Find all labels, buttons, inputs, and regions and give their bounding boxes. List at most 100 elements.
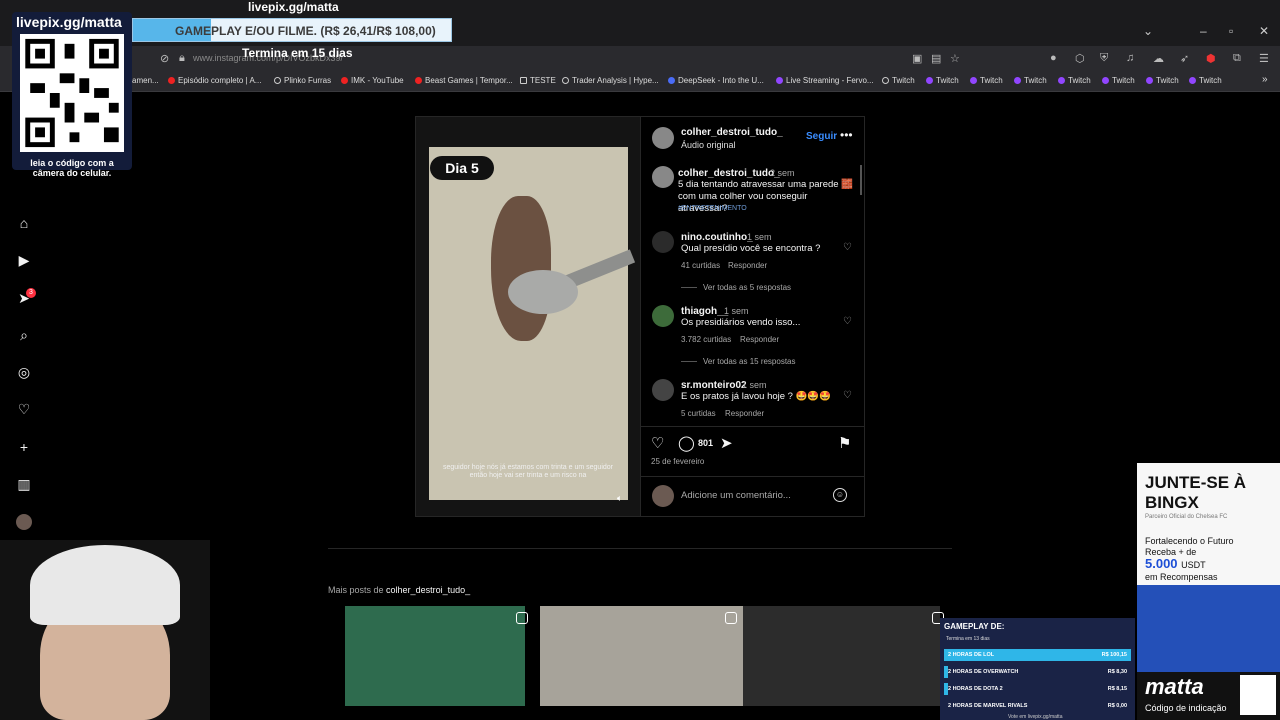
minimize-icon[interactable]: – <box>1200 24 1207 38</box>
lock-icon[interactable]: 🔒︎ <box>179 52 185 65</box>
notifications-heart-icon[interactable]: ♡ <box>16 401 32 417</box>
comment-like-icon[interactable]: ♡ <box>843 390 852 401</box>
bookmark-item[interactable]: Twitch <box>1058 76 1091 85</box>
bookmark-item[interactable]: TESTE <box>520 76 556 85</box>
comment-likes[interactable]: 3.782 curtidas <box>681 335 731 344</box>
create-icon[interactable]: + <box>16 439 32 455</box>
comment-likes[interactable]: 5 curtidas <box>681 409 716 418</box>
comment-reply-button[interactable]: Responder <box>725 409 764 418</box>
panel-divider <box>640 117 641 516</box>
bookmark-item[interactable]: Twitch <box>1102 76 1135 85</box>
explore-icon[interactable]: ◎ <box>16 364 32 380</box>
emoji-icon[interactable]: ☺ <box>833 488 847 502</box>
bookmark-item[interactable]: Twitch <box>882 76 915 85</box>
caption-username[interactable]: colher_destroi_tudo_ <box>678 168 780 179</box>
bingx-partner: Parceiro Oficial do Chelsea FC <box>1145 514 1228 520</box>
bookmarks-overflow-icon[interactable]: » <box>1262 74 1268 85</box>
bookmark-item[interactable]: Twitch <box>970 76 1003 85</box>
tracking-shield-icon[interactable]: ⊘ <box>160 52 169 65</box>
like-icon[interactable]: ♡ <box>651 434 664 452</box>
menu-icon[interactable]: ☰ <box>1259 52 1269 65</box>
extension-arrow-icon[interactable]: ➶ <box>1180 52 1189 65</box>
post-thumbnail[interactable] <box>743 606 940 706</box>
comment-username[interactable]: sr.monteiro02 <box>681 380 747 391</box>
twitch-icon <box>970 77 977 85</box>
picture-in-picture-icon[interactable]: ▣ <box>912 52 922 65</box>
bookmark-item[interactable]: Beast Games | Tempor... <box>415 76 513 85</box>
bookmark-item[interactable]: Plinko Furras <box>274 76 331 85</box>
comment-avatar[interactable] <box>652 231 674 253</box>
comment-divider <box>641 476 864 477</box>
audio-icon[interactable]: ♫ <box>1126 52 1134 64</box>
dashboard-icon[interactable]: ▥ <box>16 476 32 492</box>
deepseek-icon <box>668 77 675 85</box>
close-window-icon[interactable]: ✕ <box>1259 24 1269 38</box>
home-icon[interactable]: ⌂ <box>16 215 32 231</box>
follow-button[interactable]: Seguir <box>806 131 837 142</box>
search-icon[interactable]: ⌕ <box>16 327 32 343</box>
bookmark-item[interactable]: DeepSeek - Into the U... <box>668 76 764 85</box>
bookmark-item[interactable]: Twitch <box>1146 76 1179 85</box>
bookmark-item[interactable]: Episódio completo | A... <box>168 76 261 85</box>
reels-icon[interactable]: ▶ <box>16 252 32 268</box>
donation-goal-bar: GAMEPLAY E/OU FILME. (R$ 26,41/R$ 108,00… <box>132 18 452 42</box>
save-bookmark-icon[interactable]: ⚑ <box>838 434 851 452</box>
maximize-icon[interactable]: ▫ <box>1229 24 1233 38</box>
gameplay-title: GAMEPLAY DE: <box>944 622 1005 631</box>
comment-avatar[interactable] <box>652 305 674 327</box>
comment-reply-button[interactable]: Responder <box>728 261 767 270</box>
comment-like-icon[interactable]: ♡ <box>843 242 852 253</box>
bookmark-item[interactable]: amen... <box>132 76 159 85</box>
audio-label[interactable]: Áudio original <box>681 140 736 150</box>
adblock-icon[interactable]: ⬢ <box>1206 52 1216 65</box>
reader-view-icon[interactable]: ▤ <box>931 52 941 65</box>
comment-reply-button[interactable]: Responder <box>740 335 779 344</box>
matta-referral-label: Código de indicação <box>1145 703 1227 713</box>
bookmark-star-icon[interactable]: ☆ <box>950 52 960 65</box>
gameplay-option: 2 HORAS DE LOL R$ 100,15 <box>944 649 1131 661</box>
comment-input[interactable]: Adicione um comentário... <box>681 490 791 501</box>
bookmark-item[interactable]: Trader Analysis | Hype... <box>562 76 659 85</box>
comment-username[interactable]: nino.coutinho_ <box>681 232 753 243</box>
volume-icon[interactable]: 🔈︎ <box>617 493 629 505</box>
more-options-icon[interactable]: ••• <box>840 128 853 142</box>
post-thumbnail[interactable] <box>345 606 525 706</box>
author-username[interactable]: colher_destroi_tudo_ <box>681 127 783 138</box>
more-posts-username[interactable]: colher_destroi_tudo_ <box>386 585 470 595</box>
comment-username[interactable]: thiagoh__ <box>681 306 728 317</box>
notification-badge: 3 <box>26 288 36 298</box>
actions-divider <box>641 426 864 427</box>
reply-line <box>681 361 697 362</box>
comments-scrollbar[interactable] <box>860 165 862 195</box>
view-replies-link[interactable]: Ver todas as 15 respostas <box>703 357 796 366</box>
extensions-icon[interactable]: ⧉ <box>1233 52 1241 65</box>
comment-likes[interactable]: 41 curtidas <box>681 261 720 270</box>
bookmark-item[interactable]: Twitch <box>926 76 959 85</box>
comment-like-icon[interactable]: ♡ <box>843 316 852 327</box>
share-icon[interactable]: ➤ <box>720 434 733 452</box>
extension-puzzle-icon[interactable]: ⬡ <box>1075 52 1085 65</box>
bookmark-item[interactable]: IMK - YouTube <box>341 76 404 85</box>
author-avatar[interactable] <box>652 127 674 149</box>
bookmark-item[interactable]: Twitch <box>1014 76 1047 85</box>
comment-age: 1 sem <box>747 232 772 242</box>
webcam-headset <box>30 545 180 625</box>
extension-shield-icon[interactable]: ⛨ <box>1100 52 1108 65</box>
view-replies-link[interactable]: Ver todas as 5 respostas <box>703 283 791 292</box>
extension-g-icon[interactable]: ● <box>1050 52 1057 64</box>
bookmark-item[interactable]: Live Streaming - Fervo... <box>776 76 874 85</box>
caption-avatar[interactable] <box>652 166 674 188</box>
comment-text: E os pratos já lavou hoje ? 🤩🤩🤩 <box>681 391 832 402</box>
address-bar <box>0 46 1280 72</box>
comment-icon[interactable]: ◯ <box>678 434 695 452</box>
profile-avatar[interactable] <box>16 514 32 530</box>
post-thumbnail[interactable] <box>540 606 743 706</box>
comment-avatar[interactable] <box>652 379 674 401</box>
tab-list-icon[interactable]: ⌄ <box>1143 24 1153 38</box>
video-spoon <box>508 270 578 314</box>
hashtag-link[interactable]: #ENTRETENIMENTO <box>678 205 747 212</box>
twitch-icon <box>1014 77 1021 85</box>
video-subtitle: seguidor hoje nós já estamos com trinta … <box>442 464 614 479</box>
extension-cloud-icon[interactable]: ☁ <box>1153 52 1164 65</box>
bookmark-item[interactable]: Twitch <box>1189 76 1222 85</box>
